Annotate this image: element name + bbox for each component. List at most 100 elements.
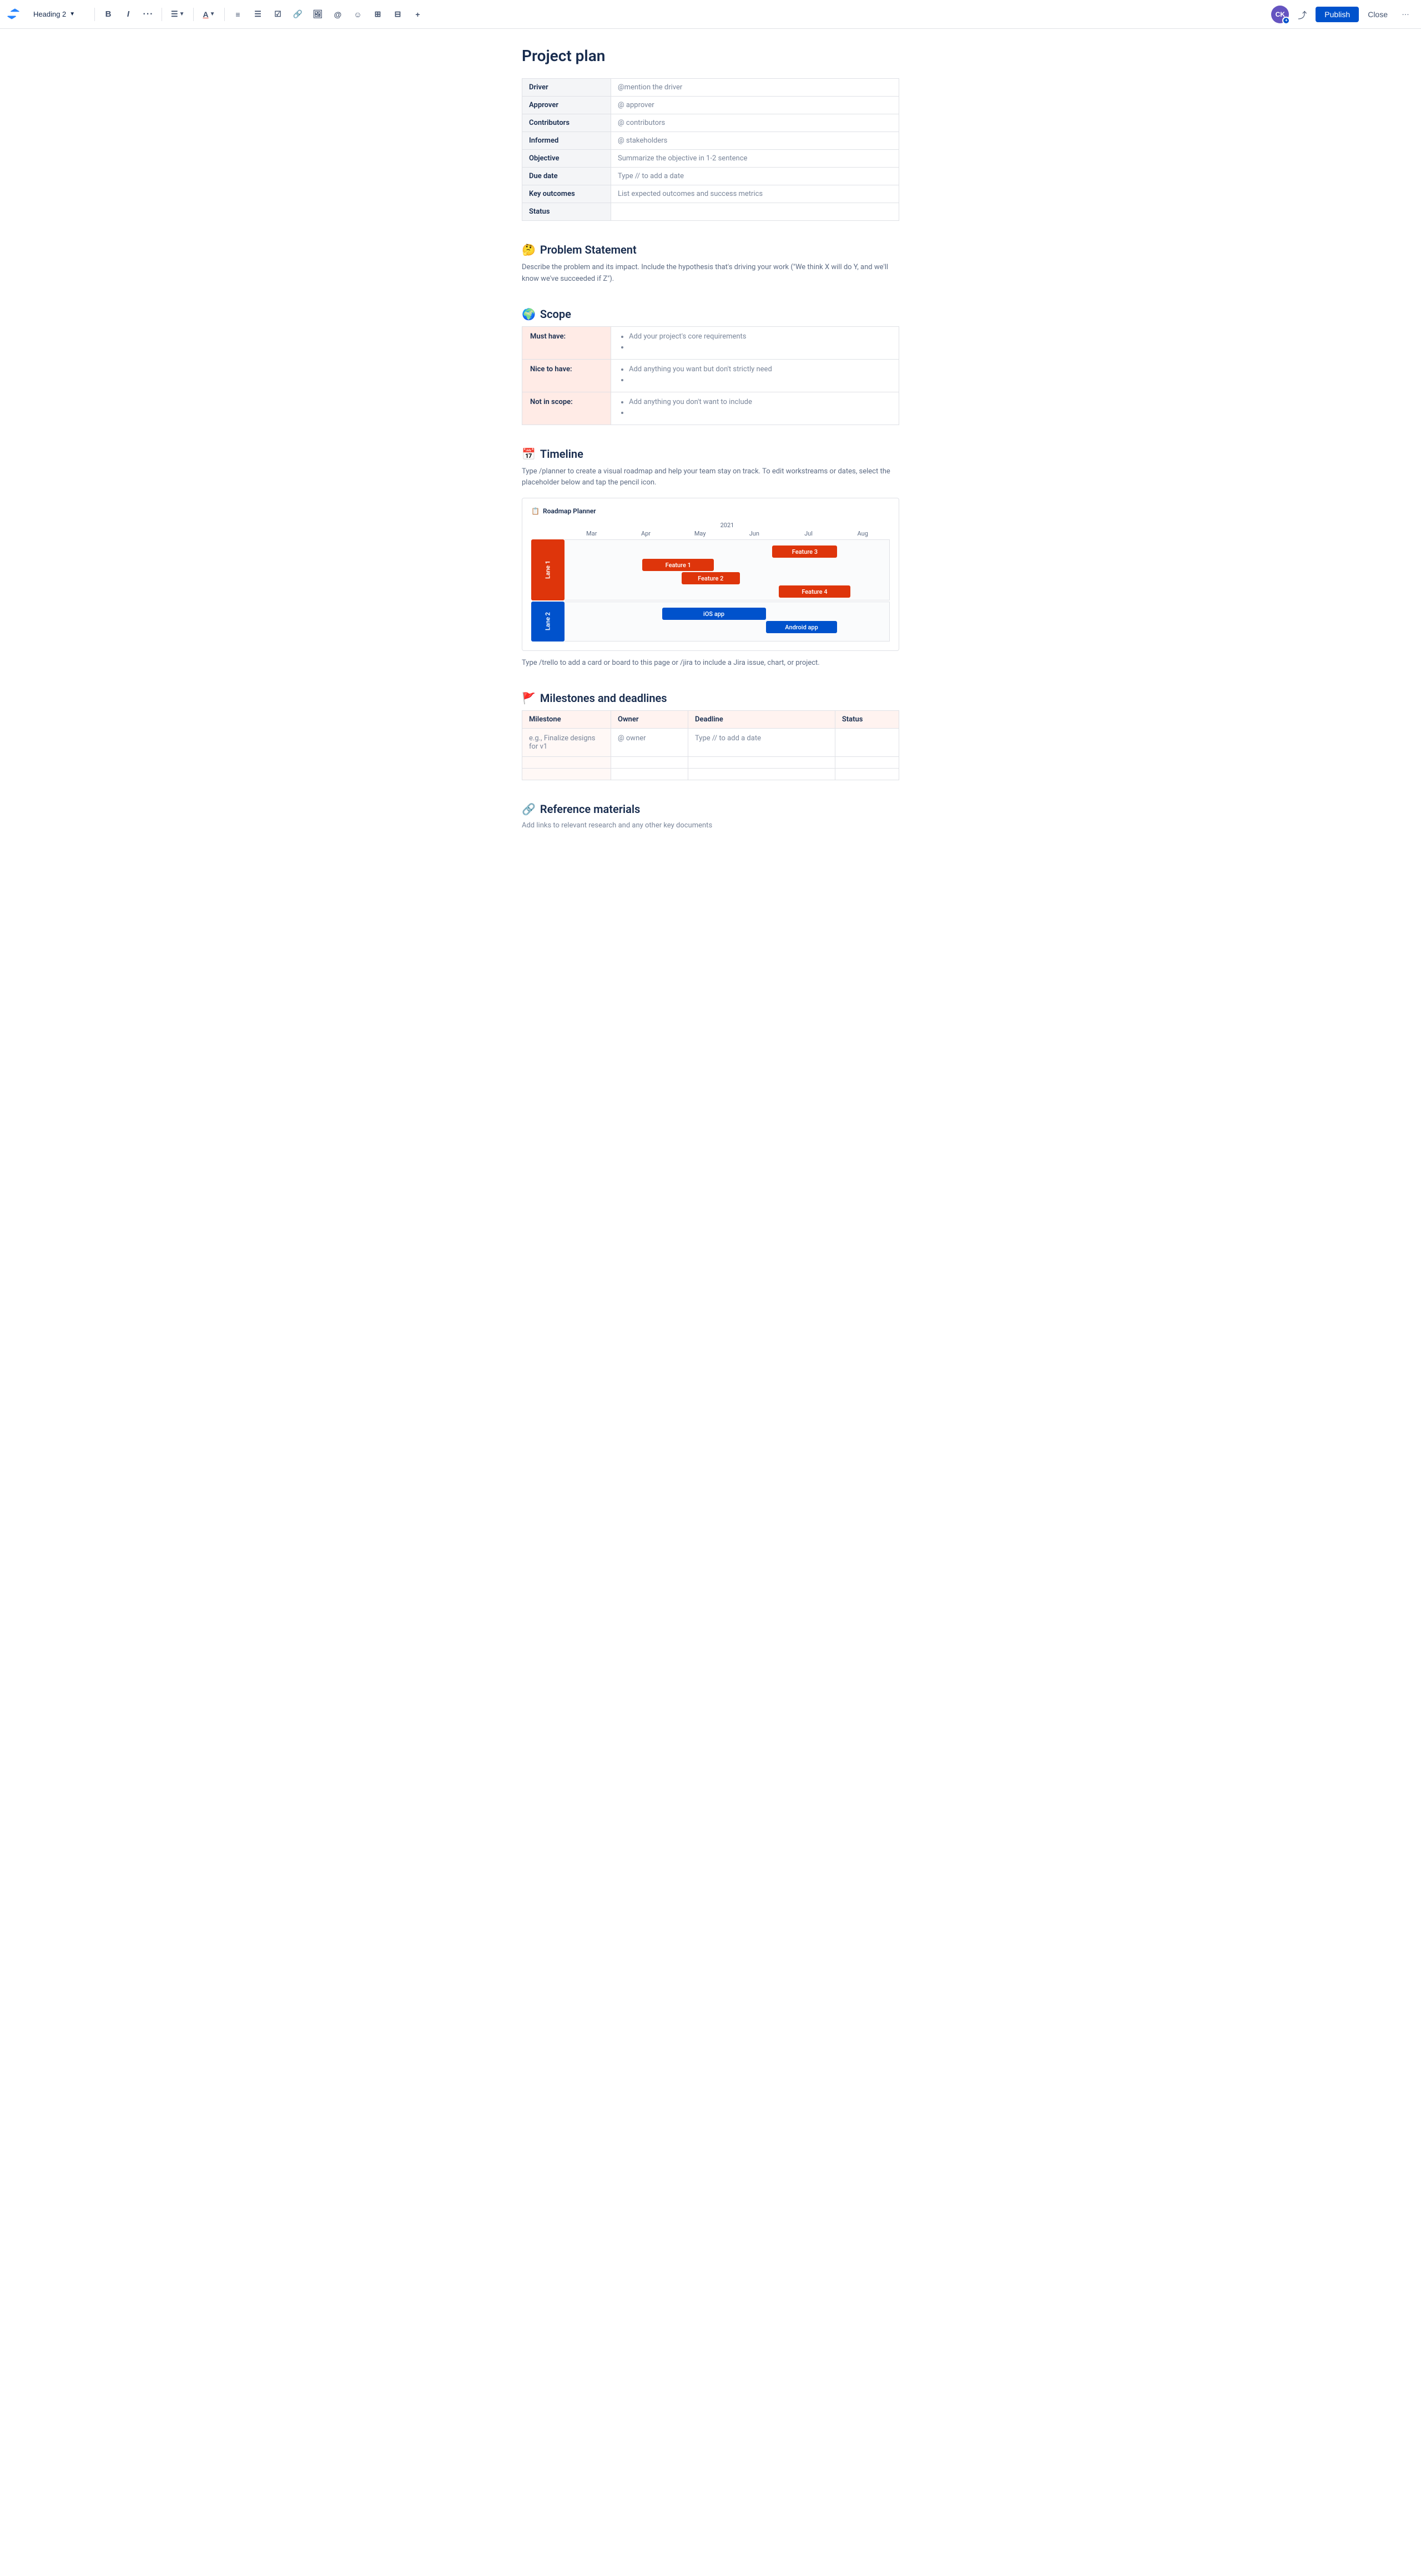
link-button[interactable]: 🔗 [289, 6, 307, 23]
project-info-row: Status [522, 203, 899, 221]
timeline-emoji: 📅 [522, 447, 536, 461]
project-info-value[interactable]: @mention the driver [611, 79, 899, 97]
scope-row-label: Must have: [522, 326, 611, 359]
scope-heading: 🌍 Scope [522, 307, 899, 321]
project-info-value[interactable]: @ contributors [611, 114, 899, 132]
milestones-heading: 🚩 Milestones and deadlines [522, 691, 899, 705]
reference-section: 🔗 Reference materials Add links to relev… [522, 802, 899, 830]
text-color-icon: A [203, 10, 208, 19]
gantt-bar[interactable]: Android app [766, 621, 838, 633]
scope-list-item[interactable] [629, 343, 891, 351]
publish-button[interactable]: Publish [1316, 7, 1359, 22]
toolbar: Heading 2 ▼ B I ··· ☰ ▼ A ▼ ≡ ☰ ☑ 🔗 🖼 @ … [0, 0, 1421, 29]
project-info-row: Due dateType // to add a date [522, 168, 899, 185]
milestones-cell[interactable]: Type // to add a date [688, 728, 835, 756]
scope-table: Must have: Add your project's core requir… [522, 326, 899, 425]
milestones-cell[interactable] [611, 756, 688, 768]
milestones-cell[interactable]: @ owner [611, 728, 688, 756]
project-info-row: ObjectiveSummarize the objective in 1-2 … [522, 150, 899, 168]
image-button[interactable]: 🖼 [309, 6, 327, 23]
project-info-label: Status [522, 203, 611, 221]
lane-tracks: Feature 3 Feature 1Feature 2 Feature 4 [565, 539, 890, 600]
roadmap-lane-row: Lane 1Feature 3Feature 1Feature 2Feature… [531, 539, 890, 600]
timeline-heading: 📅 Timeline [522, 447, 899, 461]
project-info-value[interactable]: @ approver [611, 97, 899, 114]
project-info-label: Key outcomes [522, 185, 611, 203]
milestones-cell[interactable] [688, 756, 835, 768]
heading-selector-label: Heading 2 [33, 10, 66, 18]
project-info-value[interactable]: @ stakeholders [611, 132, 899, 150]
emoji-button[interactable]: ☺ [349, 6, 367, 23]
layout-icon: ⊟ [395, 9, 401, 19]
milestones-cell[interactable] [522, 768, 611, 780]
scope-row: Nice to have:Add anything you want but d… [522, 359, 899, 392]
more-format-button[interactable]: ··· [139, 6, 157, 23]
close-button[interactable]: Close [1363, 7, 1392, 22]
scope-row-items[interactable]: Add your project's core requirements [611, 326, 899, 359]
milestones-cell[interactable]: e.g., Finalize designs for v1 [522, 728, 611, 756]
bullet-list-button[interactable]: ≡ [229, 6, 247, 23]
link-icon: 🔗 [293, 9, 303, 19]
bullet-list-icon: ≡ [235, 10, 240, 19]
project-info-label: Driver [522, 79, 611, 97]
milestones-cell[interactable] [835, 768, 899, 780]
insert-button[interactable]: + [409, 6, 427, 23]
text-color-button[interactable]: A ▼ [198, 6, 219, 23]
chevron-down-icon: ▼ [69, 11, 75, 17]
scope-list-item[interactable] [629, 408, 891, 417]
scope-list-item[interactable] [629, 376, 891, 384]
project-info-value[interactable] [611, 203, 899, 221]
mention-button[interactable]: @ [329, 6, 347, 23]
roadmap-months: MarAprMayJunJulAug [565, 530, 890, 537]
milestones-cell[interactable] [611, 768, 688, 780]
checkbox-button[interactable]: ☑ [269, 6, 287, 23]
scope-row-label: Not in scope: [522, 392, 611, 425]
project-info-value[interactable]: Summarize the objective in 1-2 sentence [611, 150, 899, 168]
gantt-bar[interactable]: Feature 2 [682, 572, 740, 584]
gantt-bar[interactable]: Feature 1 [642, 559, 714, 571]
align-button[interactable]: ☰ ▼ [167, 6, 189, 23]
scope-row-items[interactable]: Add anything you don't want to include [611, 392, 899, 425]
roadmap-container[interactable]: 📋 Roadmap Planner 2021 MarAprMayJunJulAu… [522, 498, 899, 651]
page-title[interactable]: Project plan [522, 47, 899, 65]
gantt-bar[interactable]: Feature 4 [779, 585, 850, 598]
scope-list-item[interactable]: Add your project's core requirements [629, 332, 891, 341]
gantt-bar[interactable]: iOS app [662, 608, 766, 620]
project-info-value[interactable]: Type // to add a date [611, 168, 899, 185]
scope-row-items[interactable]: Add anything you want but don't strictly… [611, 359, 899, 392]
emoji-icon: ☺ [354, 10, 361, 19]
bold-button[interactable]: B [99, 6, 117, 23]
roadmap-month-label: May [673, 530, 727, 537]
numbered-list-button[interactable]: ☰ [249, 6, 267, 23]
gantt-bar[interactable]: Feature 3 [772, 545, 837, 558]
more-options-button[interactable]: ··· [1397, 6, 1414, 23]
layout-button[interactable]: ⊟ [389, 6, 407, 23]
share-button[interactable]: ⤴ [1293, 6, 1311, 23]
roadmap-month-label: Jun [727, 530, 782, 537]
milestones-cell[interactable] [835, 728, 899, 756]
project-info-row: Approver@ approver [522, 97, 899, 114]
milestones-row [522, 768, 899, 780]
user-avatar[interactable]: CK [1271, 6, 1289, 23]
scope-list-item[interactable]: Add anything you want but don't strictly… [629, 365, 891, 373]
heading-selector[interactable]: Heading 2 ▼ [29, 8, 90, 21]
project-info-value[interactable]: List expected outcomes and success metri… [611, 185, 899, 203]
milestones-cell[interactable] [688, 768, 835, 780]
project-info-row: Key outcomesList expected outcomes and s… [522, 185, 899, 203]
scope-list-item[interactable]: Add anything you don't want to include [629, 398, 891, 406]
numbered-list-icon: ☰ [254, 9, 261, 19]
italic-button[interactable]: I [119, 6, 137, 23]
roadmap-icon: 📋 [531, 507, 540, 515]
milestones-column-header: Owner [611, 710, 688, 728]
lane-label: Lane 2 [531, 602, 565, 642]
milestones-cell[interactable] [835, 756, 899, 768]
mention-icon: @ [334, 10, 342, 19]
lane-tracks: iOS appAndroid app [565, 602, 890, 642]
align-icon: ☰ [171, 9, 178, 19]
table-button[interactable]: ⊞ [369, 6, 387, 23]
problem-statement-desc[interactable]: Describe the problem and its impact. Inc… [522, 262, 899, 285]
toolbar-divider-3 [193, 8, 194, 21]
milestones-cell[interactable] [522, 756, 611, 768]
milestones-section: 🚩 Milestones and deadlines MilestoneOwne… [522, 691, 899, 780]
confluence-logo [7, 6, 22, 23]
